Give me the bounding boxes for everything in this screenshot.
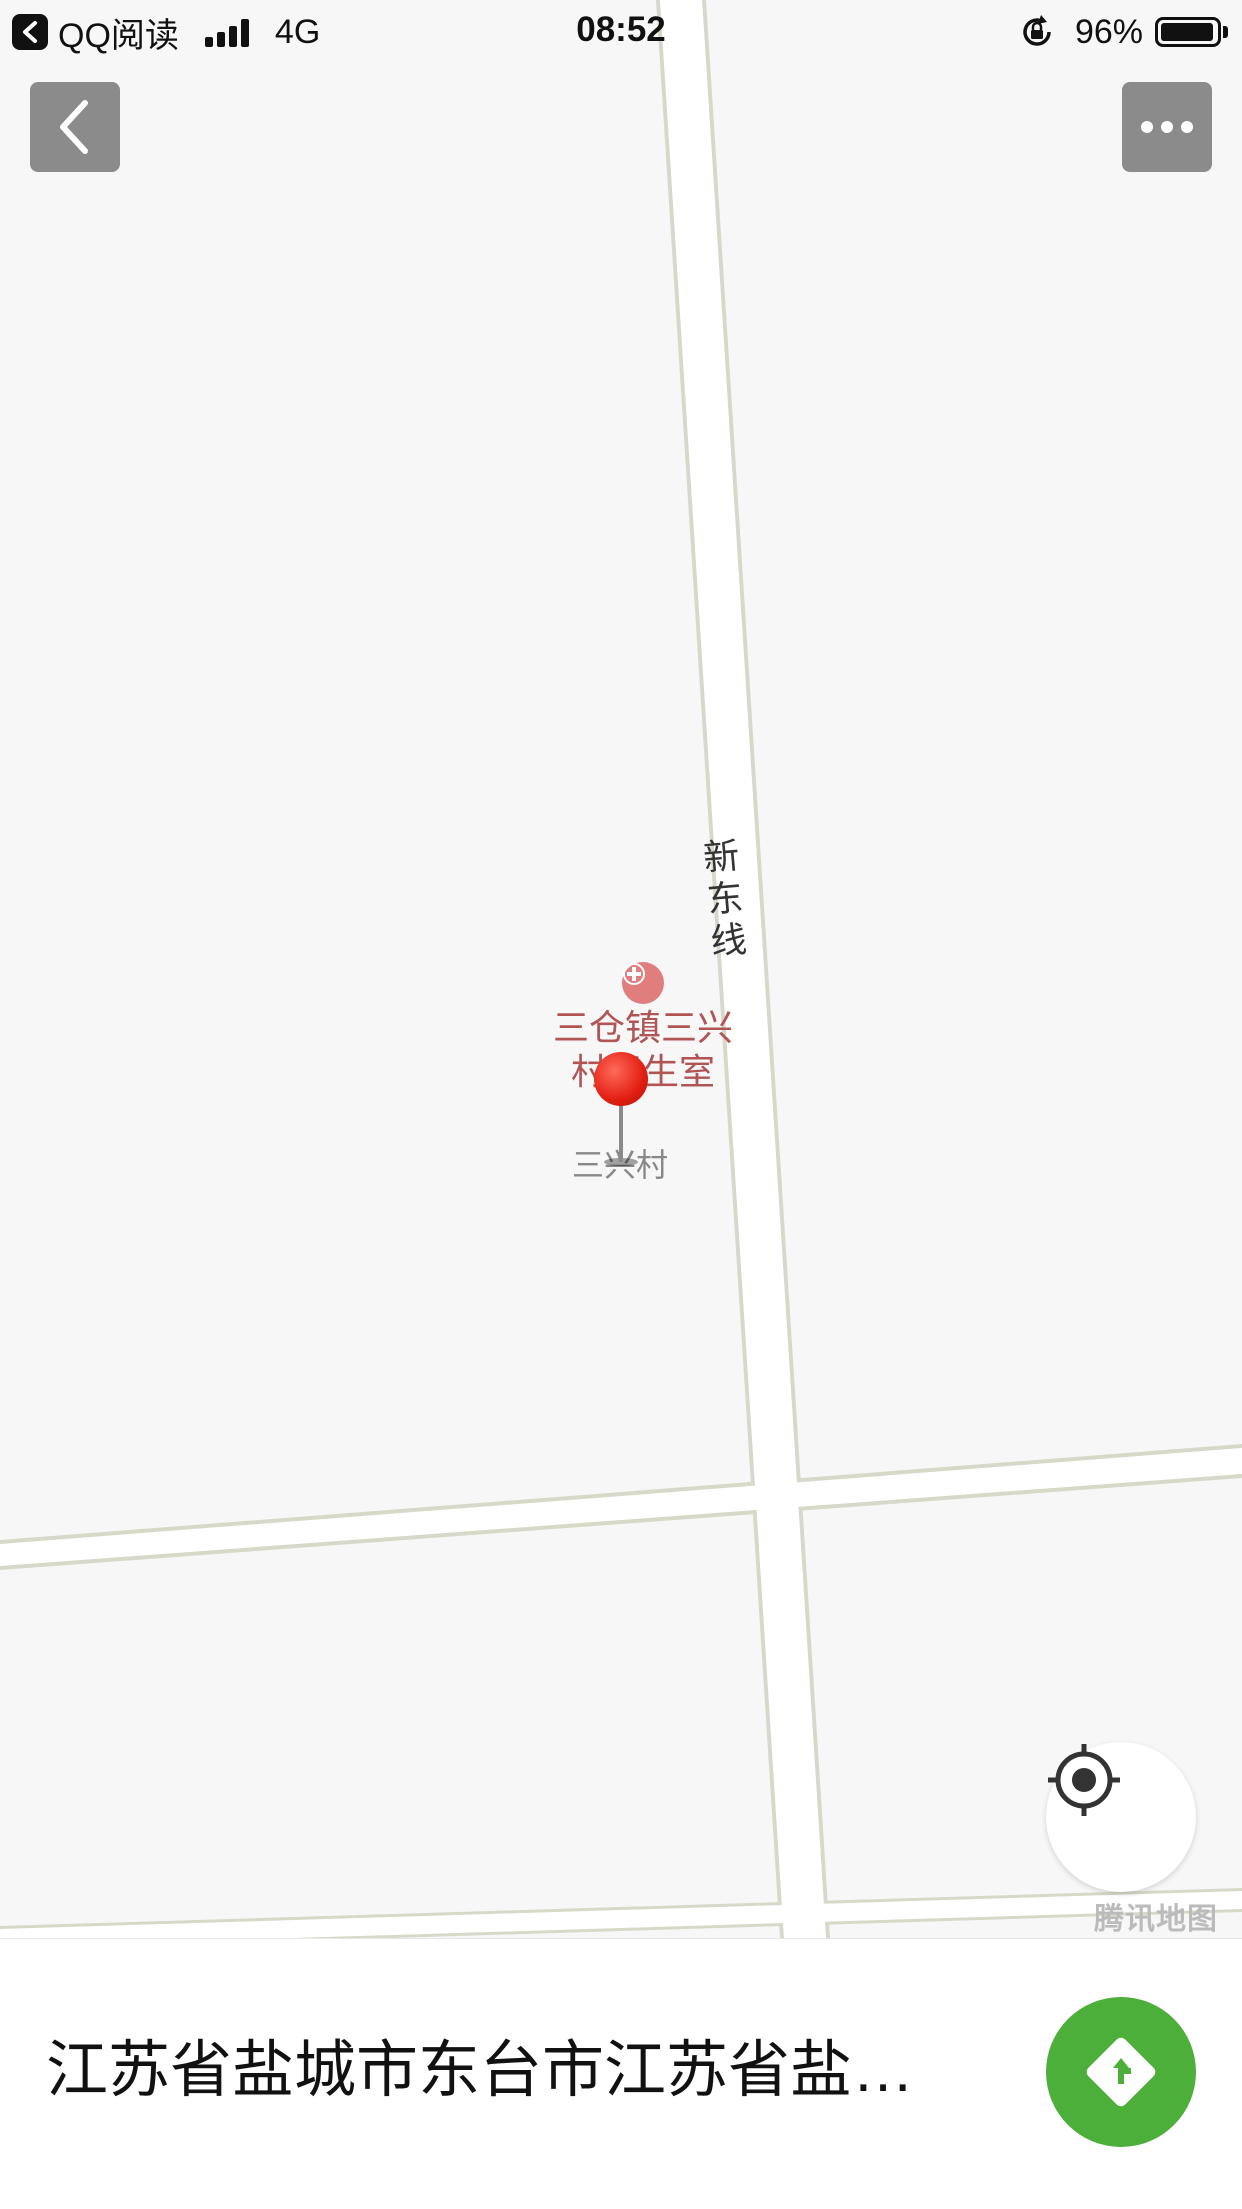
- more-dot: [1161, 121, 1173, 133]
- location-info-panel: 江苏省盐城市东台市江苏省盐…: [0, 1938, 1242, 2209]
- more-button[interactable]: [1122, 82, 1212, 172]
- back-button[interactable]: [30, 82, 120, 172]
- address-text[interactable]: 江苏省盐城市东台市江苏省盐…: [46, 2031, 946, 2111]
- location-pin-icon[interactable]: [594, 1052, 648, 1106]
- clinic-icon[interactable]: [622, 962, 664, 1004]
- battery-fill: [1161, 23, 1213, 41]
- battery-icon: [1155, 17, 1221, 47]
- map-brand-logo: 腾讯地图: [1094, 1903, 1218, 1936]
- battery-tip: [1223, 26, 1228, 38]
- navigate-arrow-icon: [1086, 2037, 1156, 2107]
- road-network: [0, 0, 1242, 1938]
- rotation-lock-icon: [1023, 15, 1051, 46]
- road-horizontal: [0, 1448, 1242, 1566]
- status-bar: QQ阅读 4G 08:52 96%: [0, 0, 1242, 64]
- locate-target-icon: [1048, 1744, 1120, 1816]
- chevron-left-icon: [60, 100, 88, 154]
- map-canvas[interactable]: 新东线 三仓镇三兴村卫生室 三兴村 腾讯地图: [0, 0, 1242, 1938]
- locate-button[interactable]: [1046, 1742, 1196, 1892]
- pin-stick: [619, 1104, 623, 1162]
- road-xindong-line-top: [660, 0, 826, 1938]
- battery-percent: 96%: [1074, 12, 1143, 51]
- more-dot: [1141, 121, 1153, 133]
- more-dot: [1181, 121, 1193, 133]
- navigate-button[interactable]: [1046, 1997, 1196, 2147]
- medical-cross-icon: [623, 963, 645, 985]
